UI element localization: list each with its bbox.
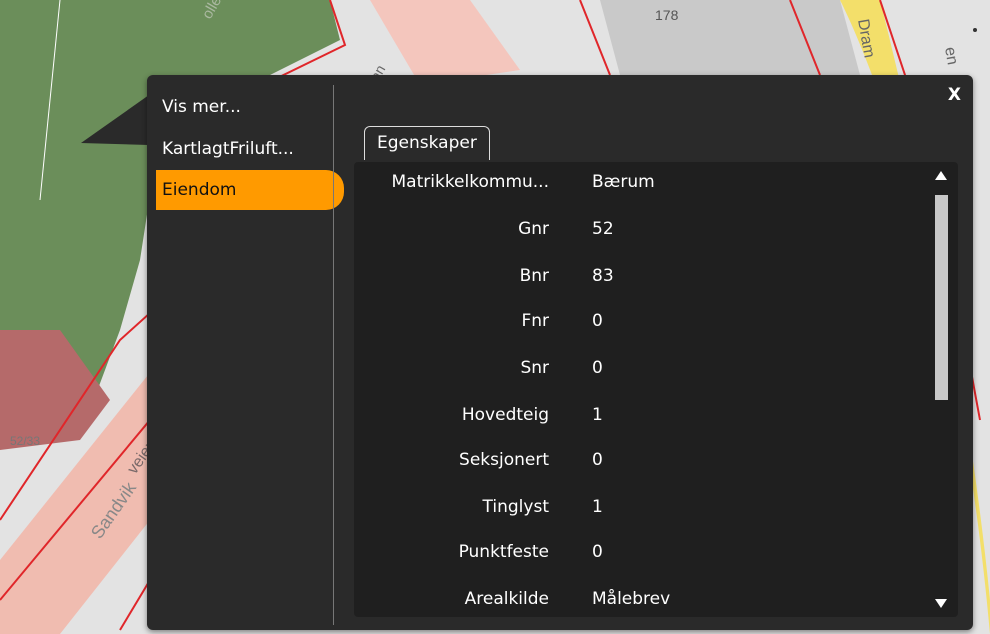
popup-menu: Vis mer... KartlagtFriluft... Eiendom	[147, 75, 344, 630]
property-value: 1	[592, 497, 603, 517]
property-key: Arealkilde	[464, 589, 549, 609]
property-value: 1	[592, 405, 603, 425]
feature-info-popup: X Vis mer... KartlagtFriluft... Eiendom …	[147, 75, 973, 630]
vertical-scrollbar[interactable]	[927, 162, 958, 617]
property-key: Matrikkelkommu...	[391, 172, 549, 192]
property-row: Matrikkelkommu... Bærum	[354, 167, 929, 197]
property-row: Snr 0	[354, 353, 929, 383]
property-value: 83	[592, 266, 614, 286]
properties-panel: Matrikkelkommu... Bærum Gnr 52 Bnr 83 Fn…	[354, 162, 958, 617]
menu-item-eiendom[interactable]: Eiendom	[156, 170, 344, 210]
property-key: Gnr	[518, 219, 549, 239]
property-value: Målebrev	[592, 589, 671, 609]
scrollbar-thumb[interactable]	[935, 195, 948, 400]
property-row: Tinglyst 1	[354, 492, 929, 522]
properties-list: Matrikkelkommu... Bærum Gnr 52 Bnr 83 Fn…	[354, 162, 929, 617]
property-value: Bærum	[592, 172, 655, 192]
property-value: 0	[592, 311, 603, 331]
property-row: Hovedteig 1	[354, 400, 929, 430]
property-key: Seksjonert	[459, 450, 549, 470]
property-key: Punktfeste	[458, 542, 549, 562]
property-value: 0	[592, 358, 603, 378]
property-value: 0	[592, 542, 603, 562]
property-row: Arealkilde Målebrev	[354, 584, 929, 614]
map-label-building: 178	[655, 7, 679, 23]
scroll-up-arrow-icon[interactable]	[935, 171, 947, 180]
property-row: Gnr 52	[354, 214, 929, 244]
menu-divider	[333, 85, 334, 625]
scroll-down-arrow-icon[interactable]	[935, 599, 947, 608]
property-key: Hovedteig	[461, 405, 549, 425]
property-key: Tinglyst	[482, 497, 549, 517]
menu-item-vis-mer[interactable]: Vis mer...	[156, 87, 241, 127]
property-row: Bnr 83	[354, 261, 929, 291]
property-value: 52	[592, 219, 614, 239]
property-key: Snr	[520, 358, 549, 378]
building-block	[600, 0, 860, 75]
property-value: 0	[592, 450, 603, 470]
tab-egenskaper[interactable]: Egenskaper	[364, 126, 490, 160]
property-key: Bnr	[519, 266, 549, 286]
map-label-parcel: 52/33	[10, 434, 40, 448]
popup-pointer	[81, 95, 149, 145]
close-button[interactable]: X	[948, 85, 961, 105]
map-label-road-right-2: en	[941, 46, 961, 66]
property-key: Fnr	[521, 311, 549, 331]
property-row: Seksjonert 0	[354, 445, 929, 475]
menu-item-kartlagt-friluft[interactable]: KartlagtFriluft...	[156, 129, 294, 169]
property-row: Fnr 0	[354, 306, 929, 336]
property-row: Punktfeste 0	[354, 537, 929, 567]
